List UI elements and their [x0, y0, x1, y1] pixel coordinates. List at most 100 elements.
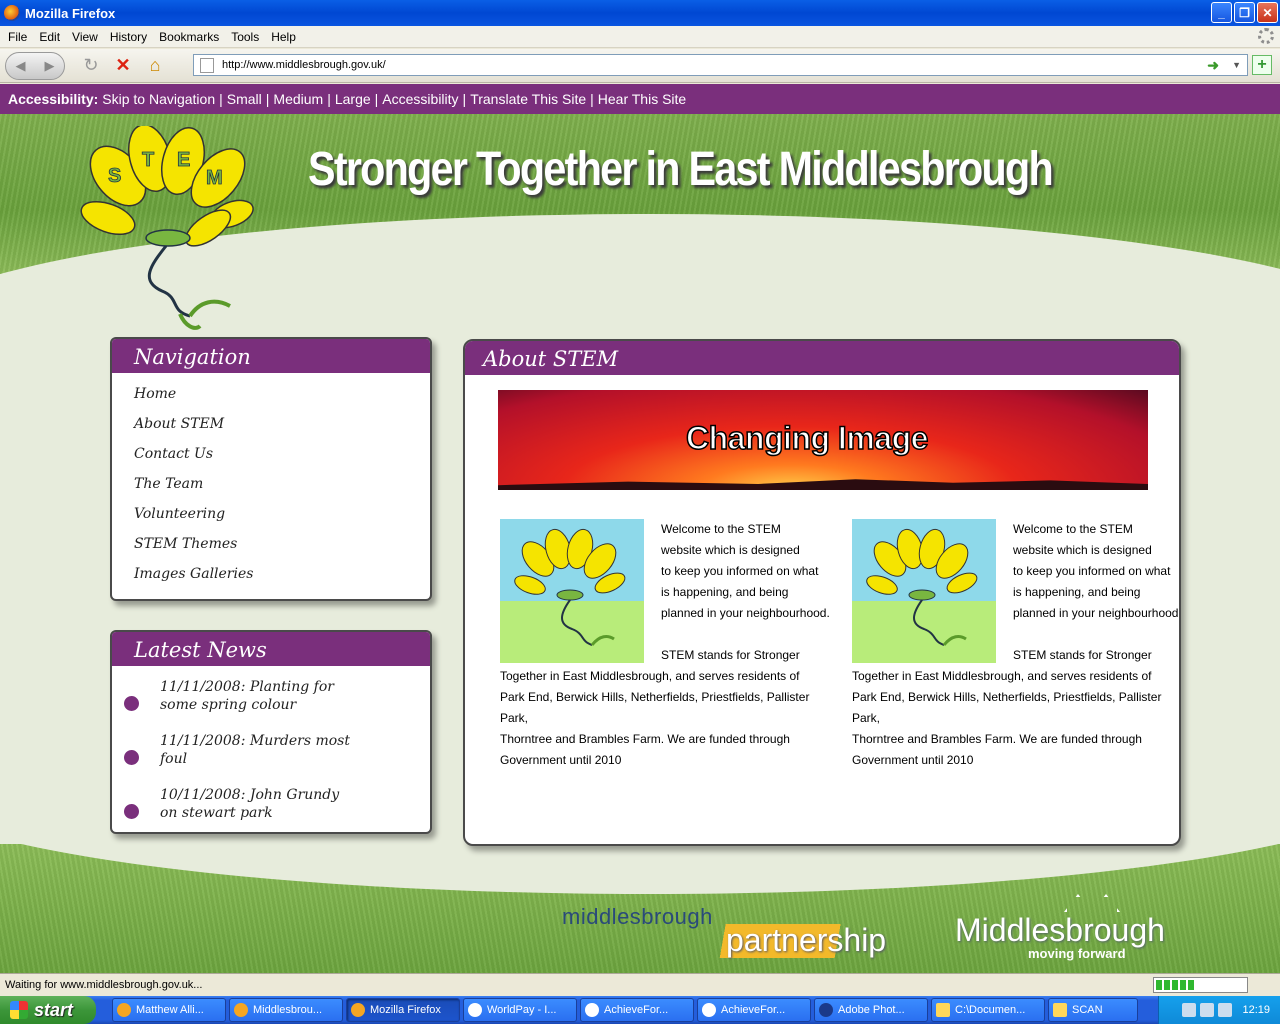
link-large[interactable]: Large [335, 91, 371, 107]
link-hear-site[interactable]: Hear This Site [598, 91, 686, 107]
link-small[interactable]: Small [227, 91, 262, 107]
menu-history[interactable]: History [104, 30, 153, 44]
minimize-button[interactable]: _ [1211, 2, 1232, 23]
stem-logo[interactable]: ST EM [80, 126, 260, 336]
address-url[interactable]: http://www.middlesbrough.gov.uk/ [222, 59, 386, 71]
navigation-panel: Navigation Home About STEM Contact Us Th… [110, 337, 432, 601]
news-item-line1[interactable]: 10/11/2008: John Grundy [160, 786, 430, 804]
news-item-line2[interactable]: on stewart park [160, 804, 430, 822]
news-item-line1[interactable]: 11/11/2008: Planting for [160, 678, 430, 696]
taskbar-button[interactable]: Middlesbrou... [229, 998, 343, 1022]
back-icon[interactable]: ◀ [16, 58, 26, 74]
start-button[interactable]: start [0, 996, 96, 1024]
nav-item-about[interactable]: About STEM [134, 409, 430, 439]
tray-volume-icon[interactable] [1200, 1003, 1215, 1017]
news-item[interactable]: 10/11/2008: John Grundy on stewart park [112, 786, 430, 828]
about-text-line: Together in East Middlesbrough, and serv… [500, 669, 800, 683]
reload-icon[interactable]: ↻ [79, 54, 103, 78]
banner-text: Changing Image [685, 419, 929, 457]
partnership-logo-top[interactable]: middlesbrough [562, 904, 713, 930]
taskbar-button[interactable]: SCAN [1048, 998, 1138, 1022]
partnership-logo[interactable]: partnership [708, 922, 923, 958]
news-item[interactable]: 11/11/2008: Murders most foul [112, 732, 430, 774]
nav-item-team[interactable]: The Team [134, 469, 430, 499]
task-label: C:\Documen... [955, 1004, 1026, 1016]
nav-item-themes[interactable]: STEM Themes [134, 529, 430, 559]
firefox-icon [4, 5, 20, 21]
photoshop-icon [819, 1003, 833, 1017]
taskbar-button[interactable]: AchieveFor... [697, 998, 811, 1022]
about-heading: About STEM [465, 341, 1179, 375]
document-icon [585, 1003, 599, 1017]
about-panel: About STEM Changing Image Welcome to the… [463, 339, 1181, 846]
status-text: Waiting for www.middlesbrough.gov.uk... [5, 979, 203, 991]
task-label: AchieveFor... [604, 1004, 669, 1016]
link-translate[interactable]: Translate This Site [470, 91, 586, 107]
news-item-line2[interactable]: foul [160, 750, 430, 768]
task-label: Matthew Alli... [136, 1004, 204, 1016]
bullet-icon [124, 750, 139, 765]
about-text-line: Thorntree and Brambles Farm. We are fund… [500, 732, 790, 746]
menu-view[interactable]: View [66, 30, 104, 44]
about-text-line: Together in East Middlesbrough, and serv… [852, 669, 1152, 683]
taskbar-button-active[interactable]: Mozilla Firefox [346, 998, 460, 1022]
page-icon [200, 57, 214, 73]
window-title: Mozilla Firefox [25, 5, 116, 21]
accessibility-label: Accessibility: [8, 91, 99, 107]
address-bar[interactable]: http://www.middlesbrough.gov.uk/ ➜ ▼ [193, 54, 1248, 76]
firefox-icon [234, 1003, 248, 1017]
tray-network-icon[interactable] [1182, 1003, 1197, 1017]
folder-icon [936, 1003, 950, 1017]
accessibility-bar: Accessibility: Skip to Navigation | Small… [0, 84, 1280, 114]
tray-display-icon[interactable] [1218, 1003, 1233, 1017]
chevron-down-icon[interactable]: ▼ [1232, 60, 1241, 70]
about-column-left: Welcome to the STEM website which is des… [500, 519, 830, 771]
add-tab-icon[interactable]: + [1252, 55, 1272, 75]
folder-icon [1053, 1003, 1067, 1017]
site-title: Stronger Together in East Middlesbrough [308, 143, 1054, 196]
document-icon [702, 1003, 716, 1017]
nav-item-contact[interactable]: Contact Us [134, 439, 430, 469]
stop-icon[interactable]: ✕ [111, 54, 135, 78]
footer-logos: middlesbrough partnership Middlesbrough … [0, 884, 1280, 973]
link-medium[interactable]: Medium [273, 91, 323, 107]
restore-button[interactable]: ❐ [1234, 2, 1255, 23]
link-skip-navigation[interactable]: Skip to Navigation [102, 91, 215, 107]
about-text-line: Park End, Berwick Hills, Netherfields, P… [500, 690, 810, 725]
news-item[interactable]: 11/11/2008: Planting for some spring col… [112, 678, 430, 720]
news-heading: Latest News [112, 632, 430, 666]
council-logo-name[interactable]: Middlesbrough [955, 912, 1165, 949]
menu-edit[interactable]: Edit [33, 30, 66, 44]
forward-icon[interactable]: ▶ [45, 58, 55, 74]
system-tray: 12:19 [1158, 996, 1280, 1024]
taskbar-button[interactable]: Adobe Phot... [814, 998, 928, 1022]
window-titlebar[interactable]: Mozilla Firefox _ ❐ ✕ [0, 0, 1280, 26]
app-icon [117, 1003, 131, 1017]
news-item-line2[interactable]: some spring colour [160, 696, 430, 714]
nav-item-home[interactable]: Home [134, 379, 430, 409]
link-accessibility[interactable]: Accessibility [382, 91, 458, 107]
menu-bookmarks[interactable]: Bookmarks [153, 30, 225, 44]
windows-taskbar: start Matthew Alli... Middlesbrou... Moz… [0, 996, 1280, 1024]
close-button[interactable]: ✕ [1257, 2, 1278, 23]
menu-tools[interactable]: Tools [225, 30, 265, 44]
home-icon[interactable]: ⌂ [143, 54, 167, 78]
about-text-line: Government until 2010 [500, 753, 622, 767]
taskbar-button[interactable]: Matthew Alli... [112, 998, 226, 1022]
throbber-icon [1258, 28, 1274, 44]
taskbar-button[interactable]: C:\Documen... [931, 998, 1045, 1022]
menu-help[interactable]: Help [265, 30, 302, 44]
back-forward-buttons[interactable]: ◀ ▶ [5, 51, 65, 80]
menu-file[interactable]: File [2, 30, 33, 44]
partnership-logo-bottom: partnership [726, 922, 887, 958]
bullet-icon [124, 696, 139, 711]
nav-item-galleries[interactable]: Images Galleries [134, 559, 430, 589]
taskbar-button[interactable]: WorldPay - I... [463, 998, 577, 1022]
nav-item-volunteering[interactable]: Volunteering [134, 499, 430, 529]
taskbar-button[interactable]: AchieveFor... [580, 998, 694, 1022]
go-arrow-icon[interactable]: ➜ [1207, 57, 1219, 74]
news-item-line1[interactable]: 11/11/2008: Murders most [160, 732, 430, 750]
navigation-heading: Navigation [112, 339, 430, 373]
clock[interactable]: 12:19 [1242, 1004, 1270, 1016]
svg-text:M: M [206, 167, 223, 189]
